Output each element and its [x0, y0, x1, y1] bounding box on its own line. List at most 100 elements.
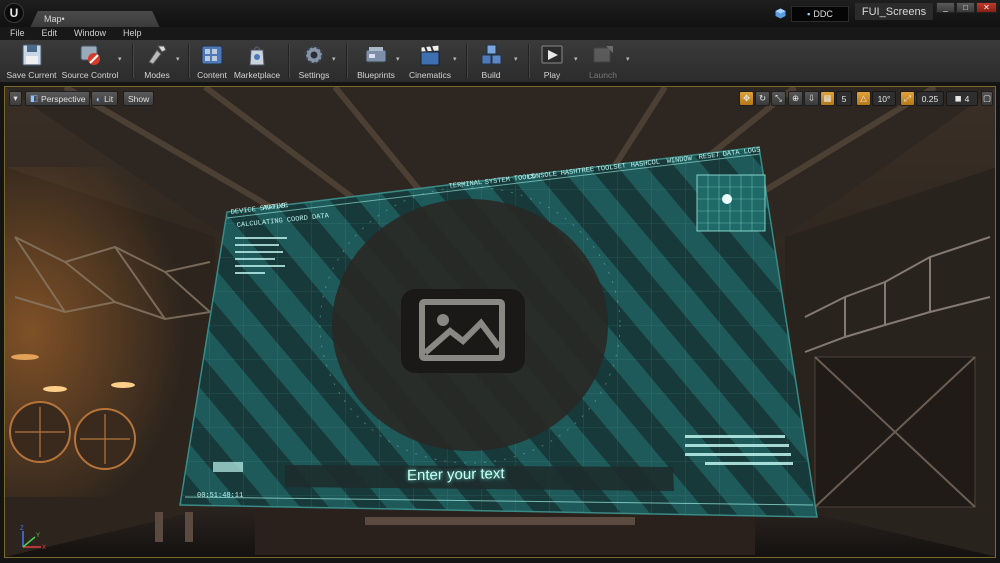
- fui-screen[interactable]: DEVICE STATUS: ACTIVE CALCULATING COORD …: [179, 146, 818, 518]
- modes-label: Modes: [144, 70, 170, 80]
- viewport-options-dropdown[interactable]: ▾: [9, 91, 22, 106]
- ddc-label: DDC: [813, 9, 833, 19]
- menu-bar: File Edit Window Help: [0, 27, 1000, 40]
- toolbar-separator: [466, 44, 467, 78]
- translate-tool-icon[interactable]: ✥: [739, 91, 754, 106]
- play-button[interactable]: Play: [538, 42, 566, 82]
- ddc-icon: ▪: [807, 9, 811, 19]
- menu-edit[interactable]: Edit: [32, 27, 65, 40]
- surface-snap-icon[interactable]: ⇩: [804, 91, 819, 106]
- build-button[interactable]: Build: [478, 42, 504, 82]
- marketplace-icon: [249, 46, 265, 66]
- svg-text:X: X: [42, 545, 46, 551]
- toolbar-separator: [132, 44, 133, 78]
- scale-snap-value[interactable]: 0.25: [916, 91, 944, 106]
- scale-tool-icon[interactable]: ⤡: [771, 91, 786, 106]
- rotation-snap-value[interactable]: 10°: [872, 91, 896, 106]
- unreal-logo-icon[interactable]: U: [4, 3, 24, 23]
- lit-mode-button[interactable]: ◐ Lit: [91, 91, 119, 106]
- viewport-toolbar: ▾ ◧ Perspective ◐ Lit Show ✥ ↻ ⤡ ⊕ ⇩ ▦ 5…: [5, 87, 995, 109]
- save-current-label: Save Current: [6, 70, 57, 80]
- grid-snap-icon[interactable]: ▦: [820, 91, 835, 106]
- source-control-dropdown-icon[interactable]: ▾: [118, 55, 125, 64]
- blueprints-dropdown-icon[interactable]: ▾: [396, 55, 403, 64]
- level-tab[interactable]: Map•: [30, 11, 160, 28]
- ddc-indicator[interactable]: ▪ DDC: [791, 6, 849, 22]
- marketplace-label: Marketplace: [233, 70, 281, 80]
- launch-dropdown-icon[interactable]: ▾: [626, 55, 633, 64]
- cinematics-label: Cinematics: [408, 70, 452, 80]
- show-flags-button[interactable]: Show: [123, 91, 155, 106]
- source-control-icon: [80, 45, 100, 65]
- settings-label: Settings: [298, 70, 330, 80]
- play-icon: [541, 45, 563, 64]
- title-bar: U Map• ▪ DDC FUI_Screens _ □ ✕: [0, 0, 1000, 28]
- view-mode-label: Perspective: [41, 93, 86, 104]
- launch-button[interactable]: Launch: [588, 42, 618, 82]
- toolbar-separator: [288, 44, 289, 78]
- viewport-scene: DEVICE STATUS: ACTIVE CALCULATING COORD …: [5, 87, 995, 557]
- camera-speed-button[interactable]: ◼ 4: [946, 91, 978, 106]
- modes-icon: [148, 45, 167, 65]
- play-dropdown-icon[interactable]: ▾: [574, 55, 581, 64]
- source-control-label: Source Control: [61, 70, 119, 80]
- world-local-globe-icon[interactable]: ⊕: [788, 91, 803, 106]
- grid-snap-value[interactable]: 5: [836, 91, 852, 106]
- content-label: Content: [197, 70, 227, 80]
- lit-sphere-icon: ◐: [96, 93, 102, 104]
- toolbar-separator: [528, 44, 529, 78]
- build-blocks-icon: [481, 44, 502, 65]
- maximize-button[interactable]: □: [956, 2, 975, 13]
- chevron-down-icon: ▾: [13, 93, 18, 103]
- cinematics-clapper-icon: [420, 44, 440, 66]
- main-toolbar: Save Current Source Control ▾ Modes ▾ Co…: [0, 40, 1000, 83]
- level-viewport[interactable]: DEVICE STATUS: ACTIVE CALCULATING COORD …: [4, 86, 996, 558]
- toolbar-separator: [346, 44, 347, 78]
- view-mode-perspective-button[interactable]: ◧ Perspective: [25, 91, 91, 106]
- window-controls: _ □ ✕: [936, 2, 997, 13]
- cinematics-dropdown-icon[interactable]: ▾: [453, 55, 460, 64]
- maximize-viewport-icon[interactable]: ▢: [981, 91, 993, 106]
- modes-button[interactable]: Modes: [142, 42, 172, 82]
- modes-dropdown-icon[interactable]: ▾: [176, 55, 183, 64]
- cinematics-button[interactable]: Cinematics: [408, 42, 452, 82]
- content-button[interactable]: Content: [196, 42, 228, 82]
- close-button[interactable]: ✕: [976, 2, 997, 13]
- unreal-editor-window: U Map• ▪ DDC FUI_Screens _ □ ✕ File Edit…: [0, 0, 1000, 563]
- launch-icon: [593, 46, 613, 63]
- menu-help[interactable]: Help: [113, 27, 149, 40]
- rotate-tool-icon[interactable]: ↻: [755, 91, 770, 106]
- menu-file[interactable]: File: [0, 27, 32, 40]
- camera-speed-value: 4: [964, 93, 970, 104]
- menu-window[interactable]: Window: [64, 27, 113, 40]
- build-label: Build: [481, 70, 501, 80]
- settings-button[interactable]: Settings: [297, 42, 331, 82]
- save-icon: [22, 44, 41, 66]
- toolbar-separator: [188, 44, 189, 78]
- lit-label: Lit: [104, 93, 114, 104]
- svg-text:Y: Y: [36, 533, 40, 539]
- save-current-button[interactable]: Save Current: [6, 42, 57, 82]
- blueprints-button[interactable]: Blueprints: [356, 42, 396, 82]
- perspective-cube-icon: ◧: [30, 93, 39, 103]
- svg-text:Z: Z: [20, 526, 24, 532]
- axis-gizmo-icon: Z X Y: [20, 526, 46, 551]
- minimize-button[interactable]: _: [936, 2, 955, 13]
- rotation-snap-icon[interactable]: △: [856, 91, 871, 106]
- settings-gear-icon: [305, 46, 323, 64]
- time-readout: 00:51:48:11: [197, 492, 243, 500]
- show-label: Show: [128, 93, 150, 104]
- source-control-cube-icon[interactable]: [775, 8, 786, 19]
- content-browser-icon: [201, 45, 223, 65]
- marketplace-button[interactable]: Marketplace: [234, 42, 280, 82]
- scale-snap-icon[interactable]: ⤢: [900, 91, 915, 106]
- source-control-button[interactable]: Source Control: [62, 42, 118, 82]
- settings-dropdown-icon[interactable]: ▾: [332, 55, 339, 64]
- launch-label: Launch: [589, 70, 617, 80]
- camera-icon: ◼: [954, 93, 962, 103]
- blueprints-label: Blueprints: [357, 70, 395, 80]
- project-name: FUI_Screens: [855, 3, 933, 20]
- blueprints-icon: [365, 47, 387, 63]
- play-label: Play: [543, 70, 561, 80]
- build-dropdown-icon[interactable]: ▾: [514, 55, 521, 64]
